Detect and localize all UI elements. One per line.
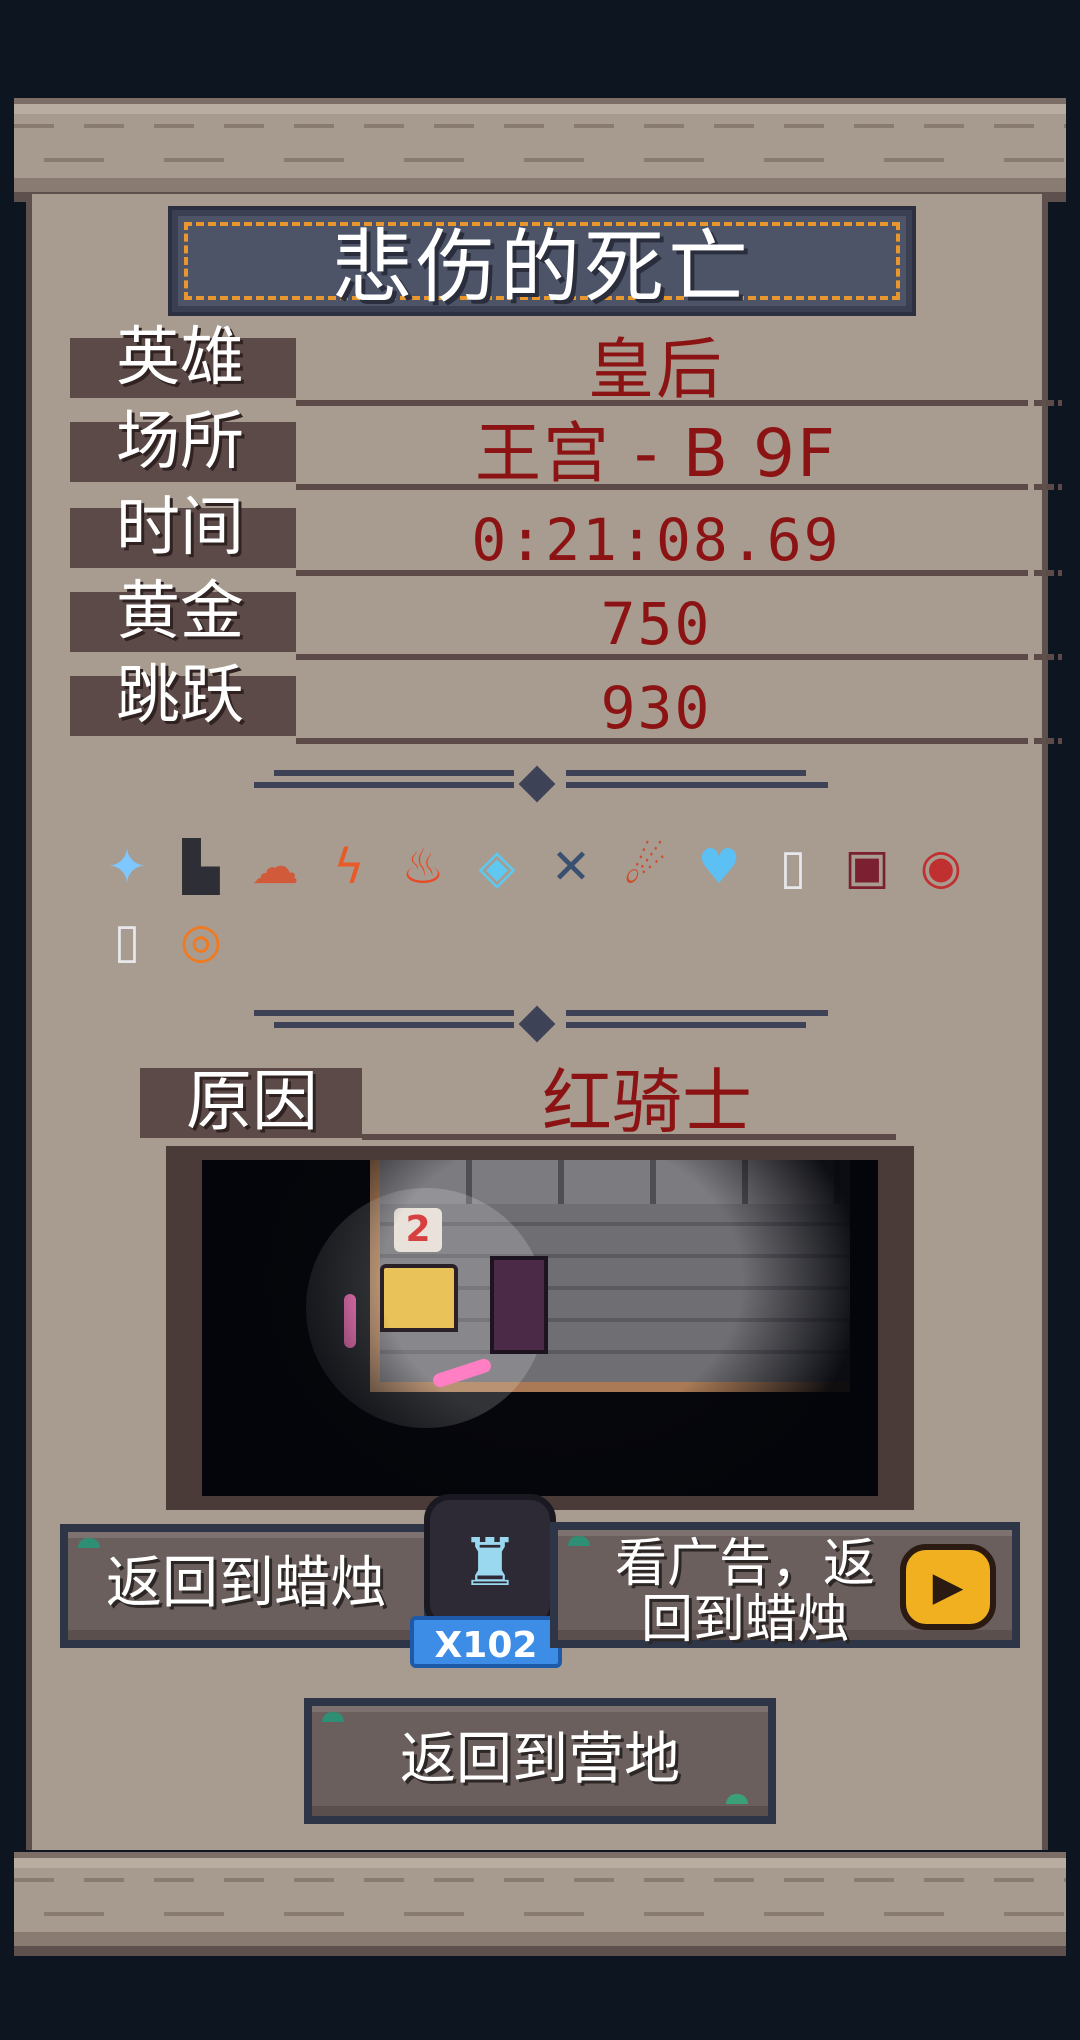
- stat-value-time: 0:21:08.69: [471, 506, 841, 574]
- stat-underline: [296, 654, 1062, 660]
- return-to-camp-label: 返回到营地: [400, 1727, 680, 1792]
- stat-row-location: 场所 王宫 - B 9F: [70, 405, 1062, 492]
- title-banner: 悲伤的死亡: [168, 206, 916, 316]
- stat-row-gold: 黄金 750: [70, 575, 1062, 660]
- milk-bottle-item-icon[interactable]: ▯: [760, 834, 826, 900]
- fire-ring-item-icon[interactable]: ◎: [168, 908, 234, 974]
- stat-underline: [296, 738, 1062, 744]
- stat-underline: [296, 400, 1062, 406]
- crossed-swords-item-icon[interactable]: ✕: [538, 834, 604, 900]
- meteor-item-icon[interactable]: ☄: [612, 834, 678, 900]
- stat-value-gold: 750: [600, 590, 712, 658]
- cause-value: 红骑士: [542, 1061, 752, 1143]
- leaf-decoration: [322, 1712, 344, 1722]
- divider-bar: [566, 1022, 806, 1028]
- ice-cube-item-icon[interactable]: ◈: [464, 834, 530, 900]
- stat-value-hero: 皇后: [588, 331, 724, 408]
- boot-item-icon[interactable]: ▙: [168, 834, 234, 900]
- stat-value-jumps: 930: [600, 674, 712, 742]
- divider-bar: [274, 770, 514, 776]
- ornament-divider: [254, 1005, 828, 1043]
- leaf-decoration: [78, 1538, 100, 1548]
- vignette: [202, 1160, 878, 1496]
- stat-row-time: 时间 0:21:08.69: [70, 491, 1062, 576]
- video-ad-icon: ▶: [900, 1544, 996, 1630]
- candle-count-badge: X102: [410, 1616, 562, 1668]
- stat-underline: [296, 484, 1062, 490]
- star-item-icon[interactable]: ✦: [94, 834, 160, 900]
- scroll-top-roll: [14, 98, 1066, 202]
- candle-icon: ♜: [424, 1494, 556, 1630]
- lightning-item-icon[interactable]: ϟ: [316, 834, 382, 900]
- dark-chest-item-icon[interactable]: ▣: [834, 834, 900, 900]
- return-to-camp-button[interactable]: 返回到营地: [304, 1698, 776, 1824]
- cause-label: 原因: [186, 1063, 318, 1140]
- fire-item-icon[interactable]: ♨: [390, 834, 456, 900]
- divider-bar: [566, 782, 828, 788]
- stat-row-jumps: 跳跃 930: [70, 659, 1062, 744]
- stat-underline: [296, 570, 1062, 576]
- cause-underline: [362, 1134, 896, 1140]
- return-to-candle-label: 返回到蜡烛: [106, 1551, 386, 1616]
- divider-bar: [566, 770, 806, 776]
- stat-label-time: 时间: [116, 491, 244, 565]
- stat-value-location: 王宫 - B 9F: [475, 415, 837, 492]
- mushroom-cloud-item-icon[interactable]: ☁: [242, 834, 308, 900]
- page-title: 悲伤的死亡: [332, 221, 752, 314]
- stat-label-location: 场所: [116, 405, 244, 479]
- return-to-candle-button[interactable]: 返回到蜡烛: [60, 1524, 432, 1648]
- divider-bar: [566, 1010, 828, 1016]
- milk-bottle-item-icon-2[interactable]: ▯: [94, 908, 160, 974]
- leaf-decoration: [726, 1794, 748, 1804]
- stat-label-hero: 英雄: [116, 321, 244, 395]
- divider-gem: [518, 765, 556, 803]
- divider-gem: [518, 1005, 556, 1043]
- divider-bar: [254, 782, 514, 788]
- stat-label-gold: 黄金: [116, 575, 244, 649]
- heart-item-icon[interactable]: ♥: [686, 834, 752, 900]
- stat-row-hero: 英雄 皇后: [70, 321, 1062, 408]
- scroll-bottom-roll: [14, 1852, 1066, 1956]
- stat-label-jumps: 跳跃: [116, 659, 244, 733]
- red-orb-item-icon[interactable]: ◉: [908, 834, 974, 900]
- divider-bar: [254, 1010, 514, 1016]
- divider-bar: [274, 1022, 514, 1028]
- death-screenshot: 2: [202, 1160, 878, 1496]
- ornament-divider: [254, 765, 828, 803]
